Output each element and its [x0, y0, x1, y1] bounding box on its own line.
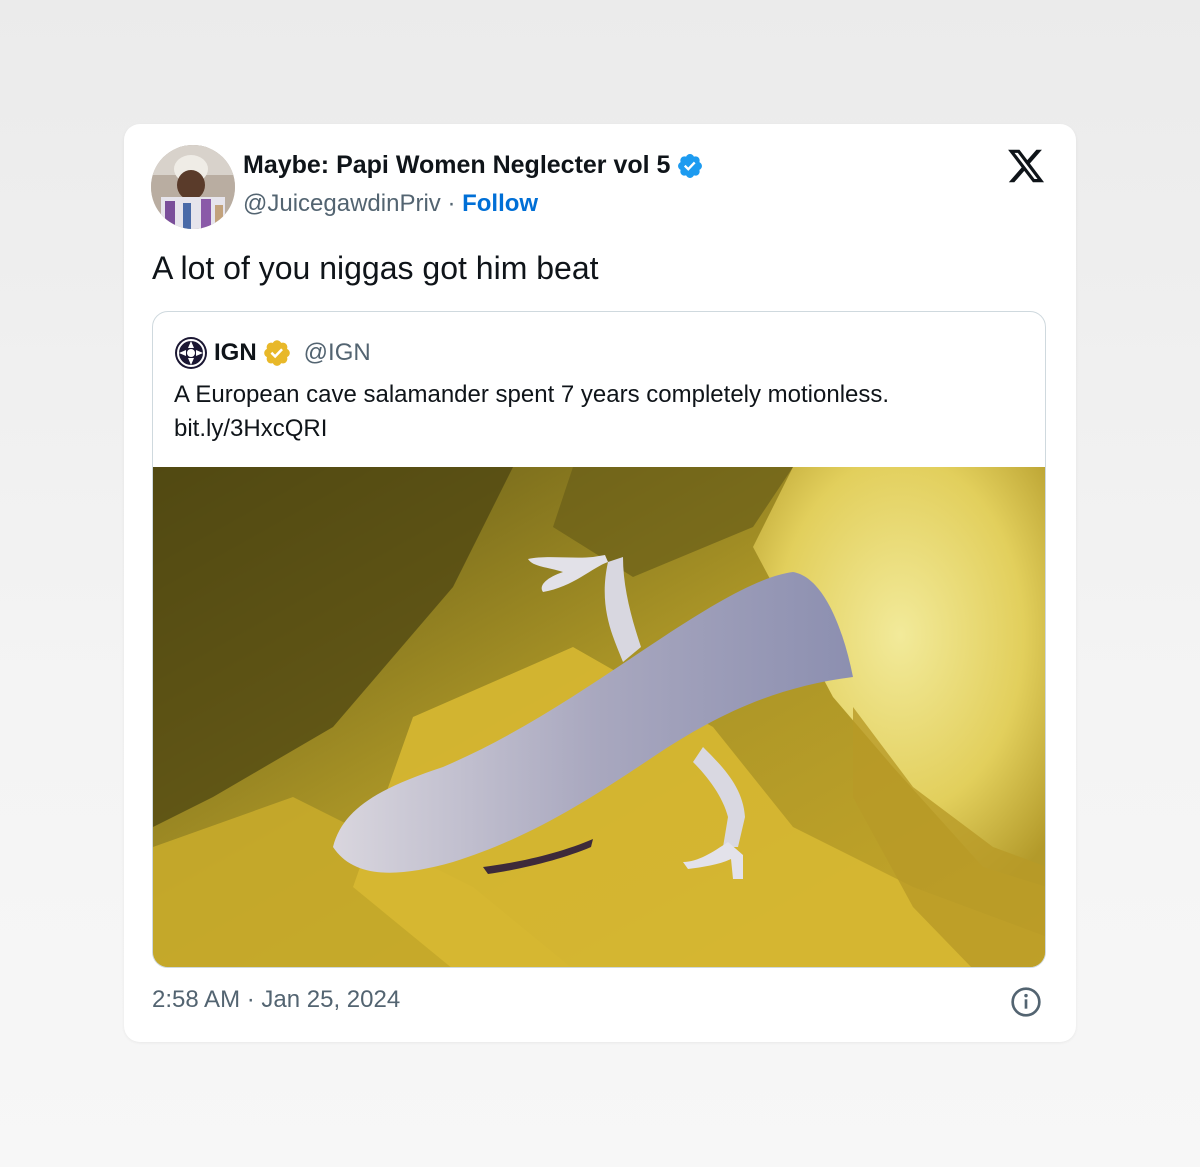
- author-handle-row: @JuicegawdinPriv · Follow: [243, 190, 538, 218]
- quoted-tweet[interactable]: IGN @IGN A European cave salamander spen…: [152, 311, 1046, 968]
- ign-logo-icon: [175, 337, 207, 369]
- quoted-author-name: IGN: [214, 339, 257, 366]
- handle-separator: ·: [440, 190, 463, 217]
- quoted-author-handle: @IGN: [303, 339, 371, 366]
- tweet-text: A lot of you niggas got him beat: [152, 250, 599, 286]
- x-logo-icon[interactable]: [1006, 146, 1046, 186]
- quoted-tweet-text: A European cave salamander spent 7 years…: [174, 378, 1024, 446]
- author-display-name[interactable]: Maybe: Papi Women Neglecter vol 5: [243, 151, 670, 180]
- quoted-tweet-link[interactable]: bit.ly/3HxcQRI: [174, 412, 1024, 446]
- author-name-row: Maybe: Papi Women Neglecter vol 5: [243, 151, 704, 180]
- author-avatar[interactable]: [151, 145, 235, 229]
- salamander-image: [153, 467, 1045, 967]
- cave-salamander-photo[interactable]: [153, 467, 1045, 967]
- verified-badge-blue-icon: [678, 153, 703, 178]
- verified-badge-gold-icon: [263, 340, 290, 366]
- info-circle-icon[interactable]: [1010, 986, 1042, 1018]
- quoted-tweet-header: IGN @IGN: [174, 336, 371, 370]
- tweet-timestamp[interactable]: 2:58 AM · Jan 25, 2024: [152, 986, 400, 1014]
- follow-button[interactable]: Follow: [462, 190, 538, 217]
- author-handle[interactable]: @JuicegawdinPriv: [243, 190, 441, 217]
- avatar-photo: [151, 145, 235, 229]
- tweet-card: Maybe: Papi Women Neglecter vol 5 @Juice…: [124, 124, 1076, 1042]
- quoted-tweet-text-line: A European cave salamander spent 7 years…: [174, 381, 890, 408]
